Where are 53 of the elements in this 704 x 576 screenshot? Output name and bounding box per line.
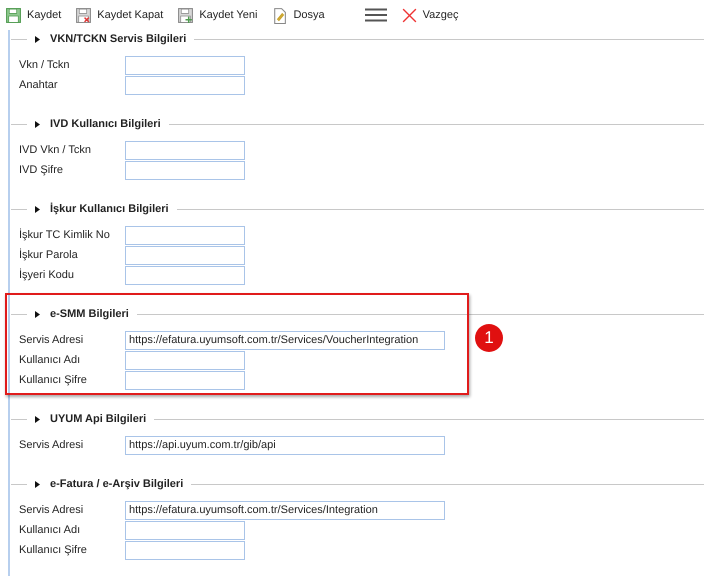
- menu-button[interactable]: [364, 8, 387, 22]
- toolbar-button[interactable]: Kaydet Kapat: [75, 6, 164, 24]
- section-title: e-SMM Bilgileri: [50, 308, 130, 320]
- field-label: Servis Adresi: [19, 334, 84, 346]
- document-icon: [271, 6, 288, 24]
- expand-arrow-icon[interactable]: [35, 310, 40, 318]
- section-title: e-Fatura / e-Arşiv Bilgileri: [50, 478, 184, 490]
- expand-arrow-icon[interactable]: [35, 206, 40, 212]
- input-field[interactable]: [125, 540, 245, 560]
- expand-arrow-icon[interactable]: [35, 416, 40, 422]
- expand-arrow-icon[interactable]: [35, 36, 40, 42]
- section-title: VKN/TCKN Servis Bilgileri: [50, 33, 188, 45]
- input-field[interactable]: [125, 266, 245, 284]
- field-label: İşkur Parola: [19, 249, 79, 261]
- input-field[interactable]: [125, 56, 245, 74]
- field-label: Servis Adresi: [19, 439, 84, 451]
- input-field[interactable]: [125, 160, 245, 180]
- expand-arrow-icon[interactable]: [35, 120, 40, 128]
- input-field[interactable]: [125, 76, 245, 94]
- input-field[interactable]: [125, 520, 245, 540]
- toolbar-button[interactable]: Vazgeç: [400, 6, 458, 24]
- field-label: Kullanıcı Adı: [19, 524, 82, 536]
- field-label: Anahtar: [19, 79, 59, 91]
- field-label: İşkur TC Kimlik No: [19, 229, 111, 241]
- input-field[interactable]: https://efatura.uyumsoft.com.tr/Services/VoucherIntegration: [125, 330, 445, 350]
- menu-icon: [364, 8, 387, 22]
- floppy-icon: [75, 6, 92, 24]
- field-label: IVD Vkn / Tckn: [19, 144, 92, 156]
- toolbar-button[interactable]: Kaydet: [5, 6, 62, 24]
- toolbar-button[interactable]: Dosya: [271, 6, 325, 24]
- section-title: UYUM Api Bilgileri: [50, 413, 148, 425]
- floppy-icon: [5, 6, 22, 24]
- callout-badge: 1: [475, 324, 503, 352]
- expand-arrow-icon[interactable]: [35, 480, 40, 488]
- field-label: IVD Şifre: [19, 164, 64, 176]
- input-field[interactable]: [125, 370, 245, 390]
- input-field[interactable]: https://api.uyum.com.tr/gib/api: [125, 436, 445, 454]
- field-label: Kullanıcı Şifre: [19, 544, 88, 556]
- input-field[interactable]: [125, 226, 245, 244]
- field-label: Kullanıcı Adı: [19, 354, 82, 366]
- section-title: IVD Kullanıcı Bilgileri: [50, 118, 162, 130]
- input-field[interactable]: https://efatura.uyumsoft.com.tr/Services/Integration: [125, 500, 445, 520]
- input-field[interactable]: [125, 350, 245, 370]
- input-field[interactable]: [125, 246, 245, 264]
- close-icon: [400, 6, 418, 24]
- toolbar-button[interactable]: Kaydet Yeni: [177, 6, 258, 24]
- field-label: Servis Adresi: [19, 504, 84, 516]
- input-field[interactable]: [125, 140, 245, 160]
- floppy-icon: [177, 6, 194, 24]
- section-title: İşkur Kullanıcı Bilgileri: [50, 203, 170, 215]
- field-label: Kullanıcı Şifre: [19, 374, 88, 386]
- field-label: Vkn / Tckn: [19, 59, 71, 71]
- field-label: İşyeri Kodu: [19, 269, 76, 281]
